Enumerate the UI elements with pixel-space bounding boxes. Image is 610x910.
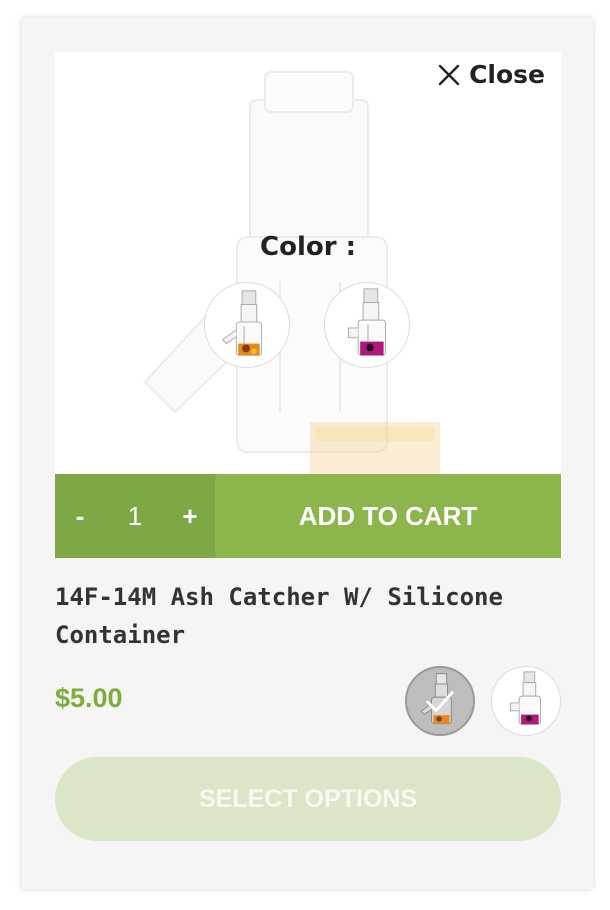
product-title[interactable]: 14F-14M Ash Catcher W/ Silicone Containe… (55, 578, 515, 654)
product-image-area: Close Color : (55, 52, 561, 474)
product-price: $5.00 (55, 683, 123, 713)
add-to-cart-button[interactable]: ADD TO CART (215, 474, 561, 558)
variant-purple-thumbnail (509, 671, 542, 725)
close-button[interactable]: Close (437, 60, 545, 89)
ash-catcher-amber-thumbnail (221, 290, 263, 356)
color-swatch-purple[interactable] (324, 282, 410, 368)
close-label: Close (469, 60, 545, 89)
variant-swatch-purple[interactable] (491, 666, 561, 736)
color-label: Color : (260, 232, 356, 262)
add-to-cart-bar: - 1 + ADD TO CART (55, 474, 561, 558)
select-options-button[interactable]: SELECT OPTIONS (55, 757, 561, 841)
product-image (143, 71, 440, 474)
decrease-quantity-button[interactable]: - (55, 501, 105, 532)
variant-swatch-amber[interactable] (405, 666, 475, 736)
color-swatch-amber[interactable] (204, 282, 290, 368)
ash-catcher-purple-thumbnail (347, 288, 387, 356)
close-icon (438, 64, 460, 85)
quantity-value[interactable]: 1 (128, 501, 142, 532)
quantity-stepper: - 1 + (55, 474, 215, 558)
selected-check-icon (426, 691, 454, 713)
increase-quantity-button[interactable]: + (165, 501, 215, 532)
